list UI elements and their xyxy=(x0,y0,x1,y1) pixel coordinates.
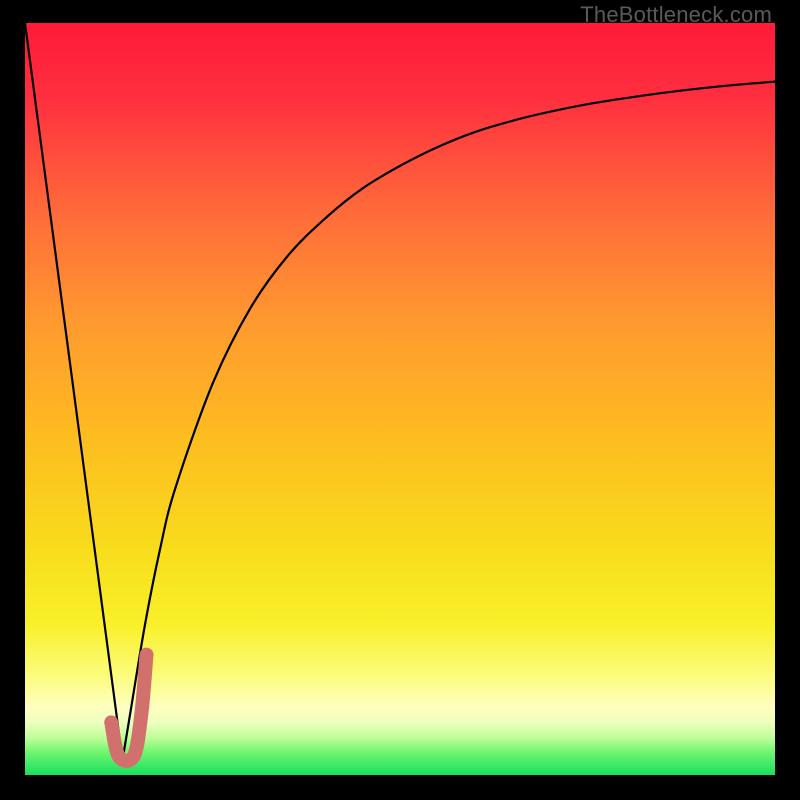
plot-area xyxy=(25,23,775,775)
chart-svg xyxy=(25,23,775,775)
chart-frame: TheBottleneck.com xyxy=(0,0,800,800)
watermark-text: TheBottleneck.com xyxy=(580,2,772,28)
